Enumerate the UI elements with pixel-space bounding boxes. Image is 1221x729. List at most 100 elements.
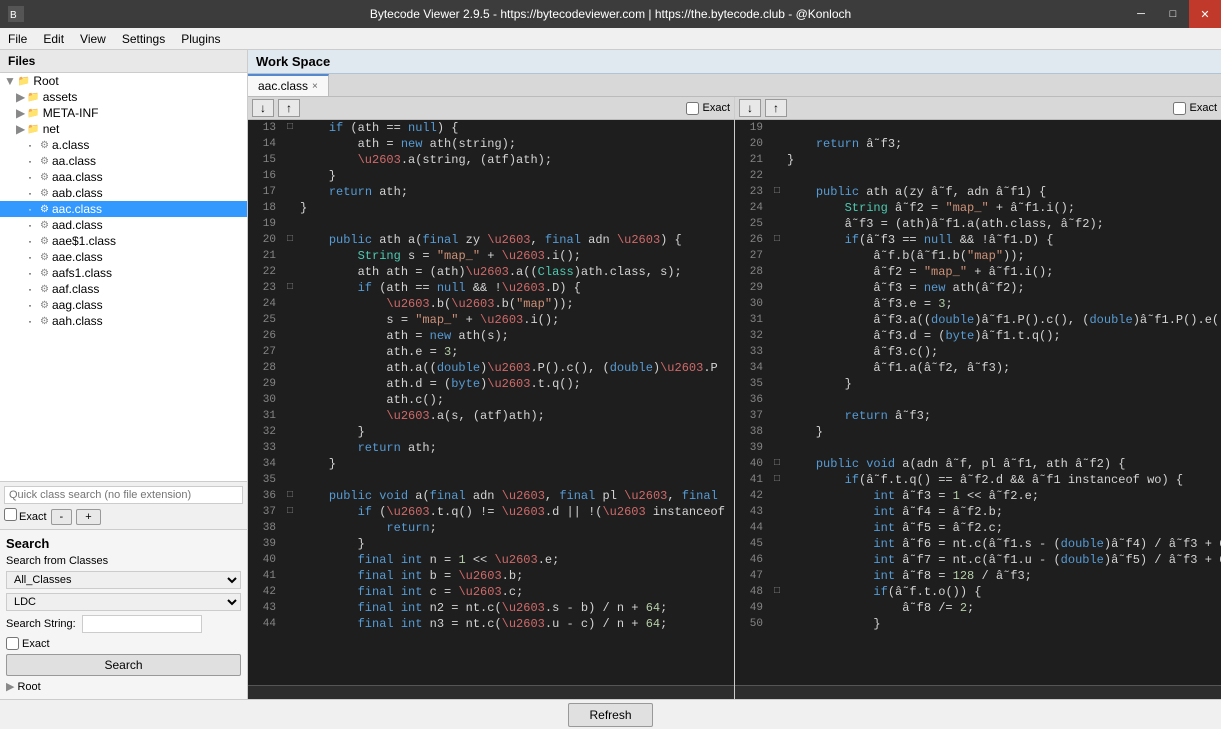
code-line: 24 String â˜f2 = "map_" + â˜f1.i(); <box>735 200 1221 216</box>
code-line: 49 â˜f8 /= 2; <box>735 600 1221 616</box>
code-line: 14 ath = new ath(string); <box>248 136 734 152</box>
code-line: 45 int â˜f6 = nt.c(â˜f1.s - (double)â˜f4… <box>735 536 1221 552</box>
search-section: Search Search from Classes All_Classes C… <box>0 530 247 699</box>
tree-item-a-class[interactable]: · ⚙ a.class <box>0 137 247 153</box>
right-code-scroll[interactable]: 19 20 return â˜f3; 21 } 22 23□ public at… <box>735 120 1221 685</box>
code-line: 31 â˜f3.a((double)â˜f1.P().c(), (double)… <box>735 312 1221 328</box>
right-scroll-up-btn[interactable]: ↑ <box>765 99 787 117</box>
maximize-button[interactable]: □ <box>1157 0 1189 28</box>
search-exact-label: Exact <box>22 638 50 650</box>
code-line: 29 ath.d = (byte)\u2603.t.q(); <box>248 376 734 392</box>
code-line: 43 final int n2 = nt.c(\u2603.s - b) / n… <box>248 600 734 616</box>
window-controls: ─ □ ✕ <box>1125 0 1221 28</box>
search-from-row: Search from Classes <box>6 555 241 567</box>
refresh-button[interactable]: Refresh <box>568 703 652 727</box>
tree-item-aaf-class[interactable]: · ⚙ aaf.class <box>0 281 247 297</box>
code-line: 33 â˜f3.c(); <box>735 344 1221 360</box>
search-string-label: Search String: <box>6 618 76 630</box>
code-line: 33 return ath; <box>248 440 734 456</box>
code-line: 28 ath.a((double)\u2603.P().c(), (double… <box>248 360 734 376</box>
exact-checkbox[interactable] <box>4 508 17 521</box>
menubar: File Edit View Settings Plugins <box>0 28 1221 50</box>
code-line: 42 int â˜f3 = 1 << â˜f2.e; <box>735 488 1221 504</box>
tabs-bar: aac.class × <box>248 74 1221 97</box>
menu-plugins[interactable]: Plugins <box>173 30 228 48</box>
code-line: 34 } <box>248 456 734 472</box>
plus-button[interactable]: + <box>76 509 100 525</box>
quick-search-area: Exact - + <box>0 481 247 529</box>
code-line: 36□ public void a(final adn \u2603, fina… <box>248 488 734 504</box>
tree-item-meta-inf[interactable]: ▶ 📁 META-INF <box>0 105 247 121</box>
tree-item-aad-class[interactable]: · ⚙ aad.class <box>0 217 247 233</box>
left-scroll-up-btn[interactable]: ↑ <box>278 99 300 117</box>
right-code-lines: 19 20 return â˜f3; 21 } 22 23□ public at… <box>735 120 1221 632</box>
code-line: 27 ath.e = 3; <box>248 344 734 360</box>
left-exact-checkbox[interactable] <box>686 102 699 115</box>
search-exact-checkbox[interactable] <box>6 637 19 650</box>
code-line: 39 } <box>248 536 734 552</box>
code-line: 19 <box>735 120 1221 136</box>
code-line: 22 <box>735 168 1221 184</box>
tree-item-aafs1-class[interactable]: · ⚙ aafs1.class <box>0 265 247 281</box>
menu-view[interactable]: View <box>72 30 114 48</box>
tree-item-assets[interactable]: ▶ 📁 assets <box>0 89 247 105</box>
quick-search-input[interactable] <box>4 486 243 504</box>
code-line: 25 â˜f3 = (ath)â˜f1.a(ath.class, â˜f2); <box>735 216 1221 232</box>
workspace: Work Space aac.class × ↓ ↑ Exact <box>248 50 1221 699</box>
right-code-toolbar: ↓ ↑ Exact <box>735 97 1221 120</box>
decompiler-select[interactable]: LDC Procyon CFR <box>6 593 241 611</box>
left-exact-check: Exact <box>686 102 730 115</box>
workspace-header: Work Space <box>248 50 1221 74</box>
minus-button[interactable]: - <box>51 509 73 525</box>
tree-item-aaa-class[interactable]: · ⚙ aaa.class <box>0 169 247 185</box>
left-panel: Files ▼ 📁 Root ▶ 📁 assets ▶ 📁 META-INF <box>0 50 248 699</box>
tree-item-root[interactable]: ▼ 📁 Root <box>0 73 247 89</box>
tab-close-icon[interactable]: × <box>312 81 318 92</box>
code-line: 35 } <box>735 376 1221 392</box>
right-scroll-h[interactable] <box>735 685 1221 699</box>
tab-aac-class[interactable]: aac.class × <box>248 74 329 96</box>
code-line: 21 String s = "map_" + \u2603.i(); <box>248 248 734 264</box>
code-line: 15 \u2603.a(string, (atf)ath); <box>248 152 734 168</box>
search-root-label: Root <box>17 681 40 693</box>
search-root-item: ▶ Root <box>6 680 241 693</box>
code-line: 19 <box>248 216 734 232</box>
left-code-pane: ↓ ↑ Exact 13□ if (ath == null) { 14 ath … <box>248 97 735 699</box>
tree-item-aah-class[interactable]: · ⚙ aah.class <box>0 313 247 329</box>
bottombar: Refresh <box>0 699 1221 729</box>
close-button[interactable]: ✕ <box>1189 0 1221 28</box>
right-exact-checkbox[interactable] <box>1173 102 1186 115</box>
tree-item-aag-class[interactable]: · ⚙ aag.class <box>0 297 247 313</box>
minimize-button[interactable]: ─ <box>1125 0 1157 28</box>
code-line: 38 return; <box>248 520 734 536</box>
tree-item-aab-class[interactable]: · ⚙ aab.class <box>0 185 247 201</box>
search-from-select[interactable]: All_Classes Current_Class <box>6 571 241 589</box>
left-code-scroll[interactable]: 13□ if (ath == null) { 14 ath = new ath(… <box>248 120 734 685</box>
code-line: 25 s = "map_" + \u2603.i(); <box>248 312 734 328</box>
svg-text:B: B <box>10 10 17 21</box>
search-string-input[interactable] <box>82 615 202 633</box>
code-line: 42 final int c = \u2603.c; <box>248 584 734 600</box>
left-code-lines: 13□ if (ath == null) { 14 ath = new ath(… <box>248 120 734 632</box>
search-button[interactable]: Search <box>6 654 241 676</box>
menu-edit[interactable]: Edit <box>35 30 72 48</box>
menu-file[interactable]: File <box>0 30 35 48</box>
exact-checkbox-label: Exact <box>4 508 47 525</box>
left-scroll-down-btn[interactable]: ↓ <box>252 99 274 117</box>
tree-item-aac-class[interactable]: · ⚙ aac.class <box>0 201 247 217</box>
code-line: 44 int â˜f5 = â˜f2.c; <box>735 520 1221 536</box>
left-scroll-h[interactable] <box>248 685 734 699</box>
code-line: 28 â˜f2 = "map_" + â˜f1.i(); <box>735 264 1221 280</box>
tree-item-net[interactable]: ▶ 📁 net <box>0 121 247 137</box>
right-scroll-down-btn[interactable]: ↓ <box>739 99 761 117</box>
code-line: 38 } <box>735 424 1221 440</box>
code-line: 40□ public void a(adn â˜f, pl â˜f1, ath … <box>735 456 1221 472</box>
tree-item-aa-class[interactable]: · ⚙ aa.class <box>0 153 247 169</box>
code-line: 36 <box>735 392 1221 408</box>
menu-settings[interactable]: Settings <box>114 30 173 48</box>
decompiler-select-row: LDC Procyon CFR <box>6 593 241 611</box>
tree-item-aae-class[interactable]: · ⚙ aae.class <box>0 249 247 265</box>
tab-label: aac.class <box>258 79 308 93</box>
code-area: ↓ ↑ Exact 13□ if (ath == null) { 14 ath … <box>248 97 1221 699</box>
tree-item-aae1-class[interactable]: · ⚙ aae$1.class <box>0 233 247 249</box>
